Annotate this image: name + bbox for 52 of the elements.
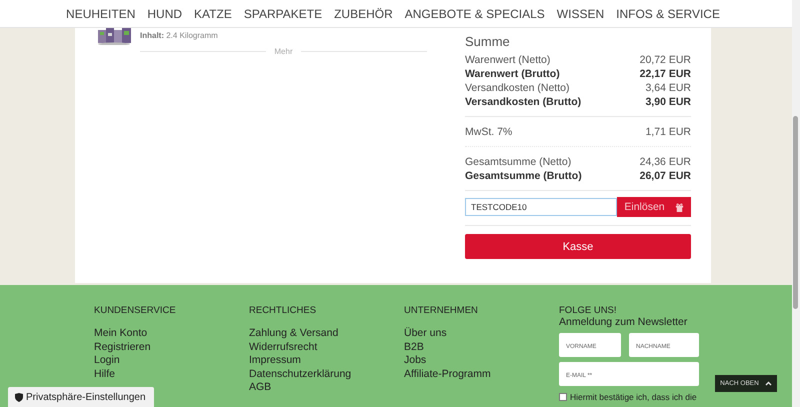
nav-link[interactable]: WISSEN [556, 6, 604, 20]
redeem-button[interactable]: Einlösen [617, 197, 691, 217]
privacy-settings-button[interactable]: Privatsphäre-Einstellungen [8, 387, 154, 407]
summary-label: Gesamtsumme (Netto) [465, 156, 572, 168]
summary-amount: 26,07 EUR [640, 170, 691, 182]
consent-text: Hiermit bestätige ich, dass ich die [570, 392, 697, 402]
summary-label: MwSt. 7% [465, 126, 512, 138]
coupon-input[interactable]: TESTCODE10 [465, 198, 617, 216]
footer-heading: KUNDENSERVICE [94, 305, 177, 316]
nav-link[interactable]: SPARPAKETE [244, 6, 322, 20]
chevron-up-icon [764, 381, 772, 386]
summary-label: Gesamtsumme (Brutto) [465, 170, 582, 182]
footer-link[interactable]: AGB [249, 381, 404, 394]
summary-label: Versandkosten (Netto) [465, 82, 570, 94]
footer-link[interactable]: B2B [404, 340, 559, 354]
footer-link[interactable]: Login [94, 354, 249, 368]
nav-link[interactable]: HUND [147, 6, 182, 20]
footer-link[interactable]: Affiliate-Programm [404, 368, 559, 381]
summary-amount: 22,17 EUR [640, 68, 691, 80]
summary-label: Versandkosten (Brutto) [465, 96, 582, 108]
summary-amount: 24,36 EUR [640, 156, 691, 168]
consent-checkbox[interactable] [559, 393, 567, 401]
footer-link[interactable]: Zahlung & Versand [249, 327, 404, 340]
newsletter-subheading: Anmeldung zum Newsletter [559, 316, 688, 328]
footer-link[interactable]: Hilfe [94, 368, 249, 381]
nav-link[interactable]: ZUBEHÖR [334, 6, 393, 20]
scrollbar[interactable] [792, 0, 800, 407]
summary-amount: 3,64 EUR [645, 82, 691, 94]
footer-link[interactable]: Über uns [404, 327, 559, 340]
footer-link[interactable]: Registrieren [94, 340, 249, 354]
footer-heading: UNTERNEHMEN [404, 305, 479, 316]
nav-link[interactable]: NEUHEITEN [66, 6, 136, 20]
shield-icon [15, 392, 23, 402]
footer-link[interactable]: Mein Konto [94, 327, 249, 340]
nav-link[interactable]: KATZE [194, 6, 232, 20]
newsletter-heading: FOLGE UNS! [559, 305, 618, 316]
summary-amount: 20,72 EUR [640, 54, 691, 66]
footer-link[interactable]: Jobs [404, 354, 559, 368]
summary-label: Warenwert (Netto) [465, 54, 550, 66]
nav-link[interactable]: INFOS & SERVICE [616, 6, 720, 20]
product-content-text: Inhalt: 2.4 Kilogramm [140, 31, 218, 42]
checkout-button[interactable]: Kasse [465, 234, 691, 259]
summary-amount: 1,71 EUR [645, 126, 691, 138]
nav-link[interactable]: ANGEBOTE & SPECIALS [404, 6, 545, 20]
summary-amount: 3,90 EUR [645, 96, 691, 108]
footer-link[interactable]: Datenschutzerklärung [249, 368, 404, 381]
gift-icon [674, 202, 684, 212]
footer-link[interactable]: Widerrufsrecht [249, 340, 404, 354]
summary-label: Warenwert (Brutto) [465, 68, 560, 80]
footer-heading: RECHTLICHES [249, 305, 318, 316]
summary-title: Summe [465, 34, 511, 49]
footer-link[interactable]: Impressum [249, 354, 404, 368]
